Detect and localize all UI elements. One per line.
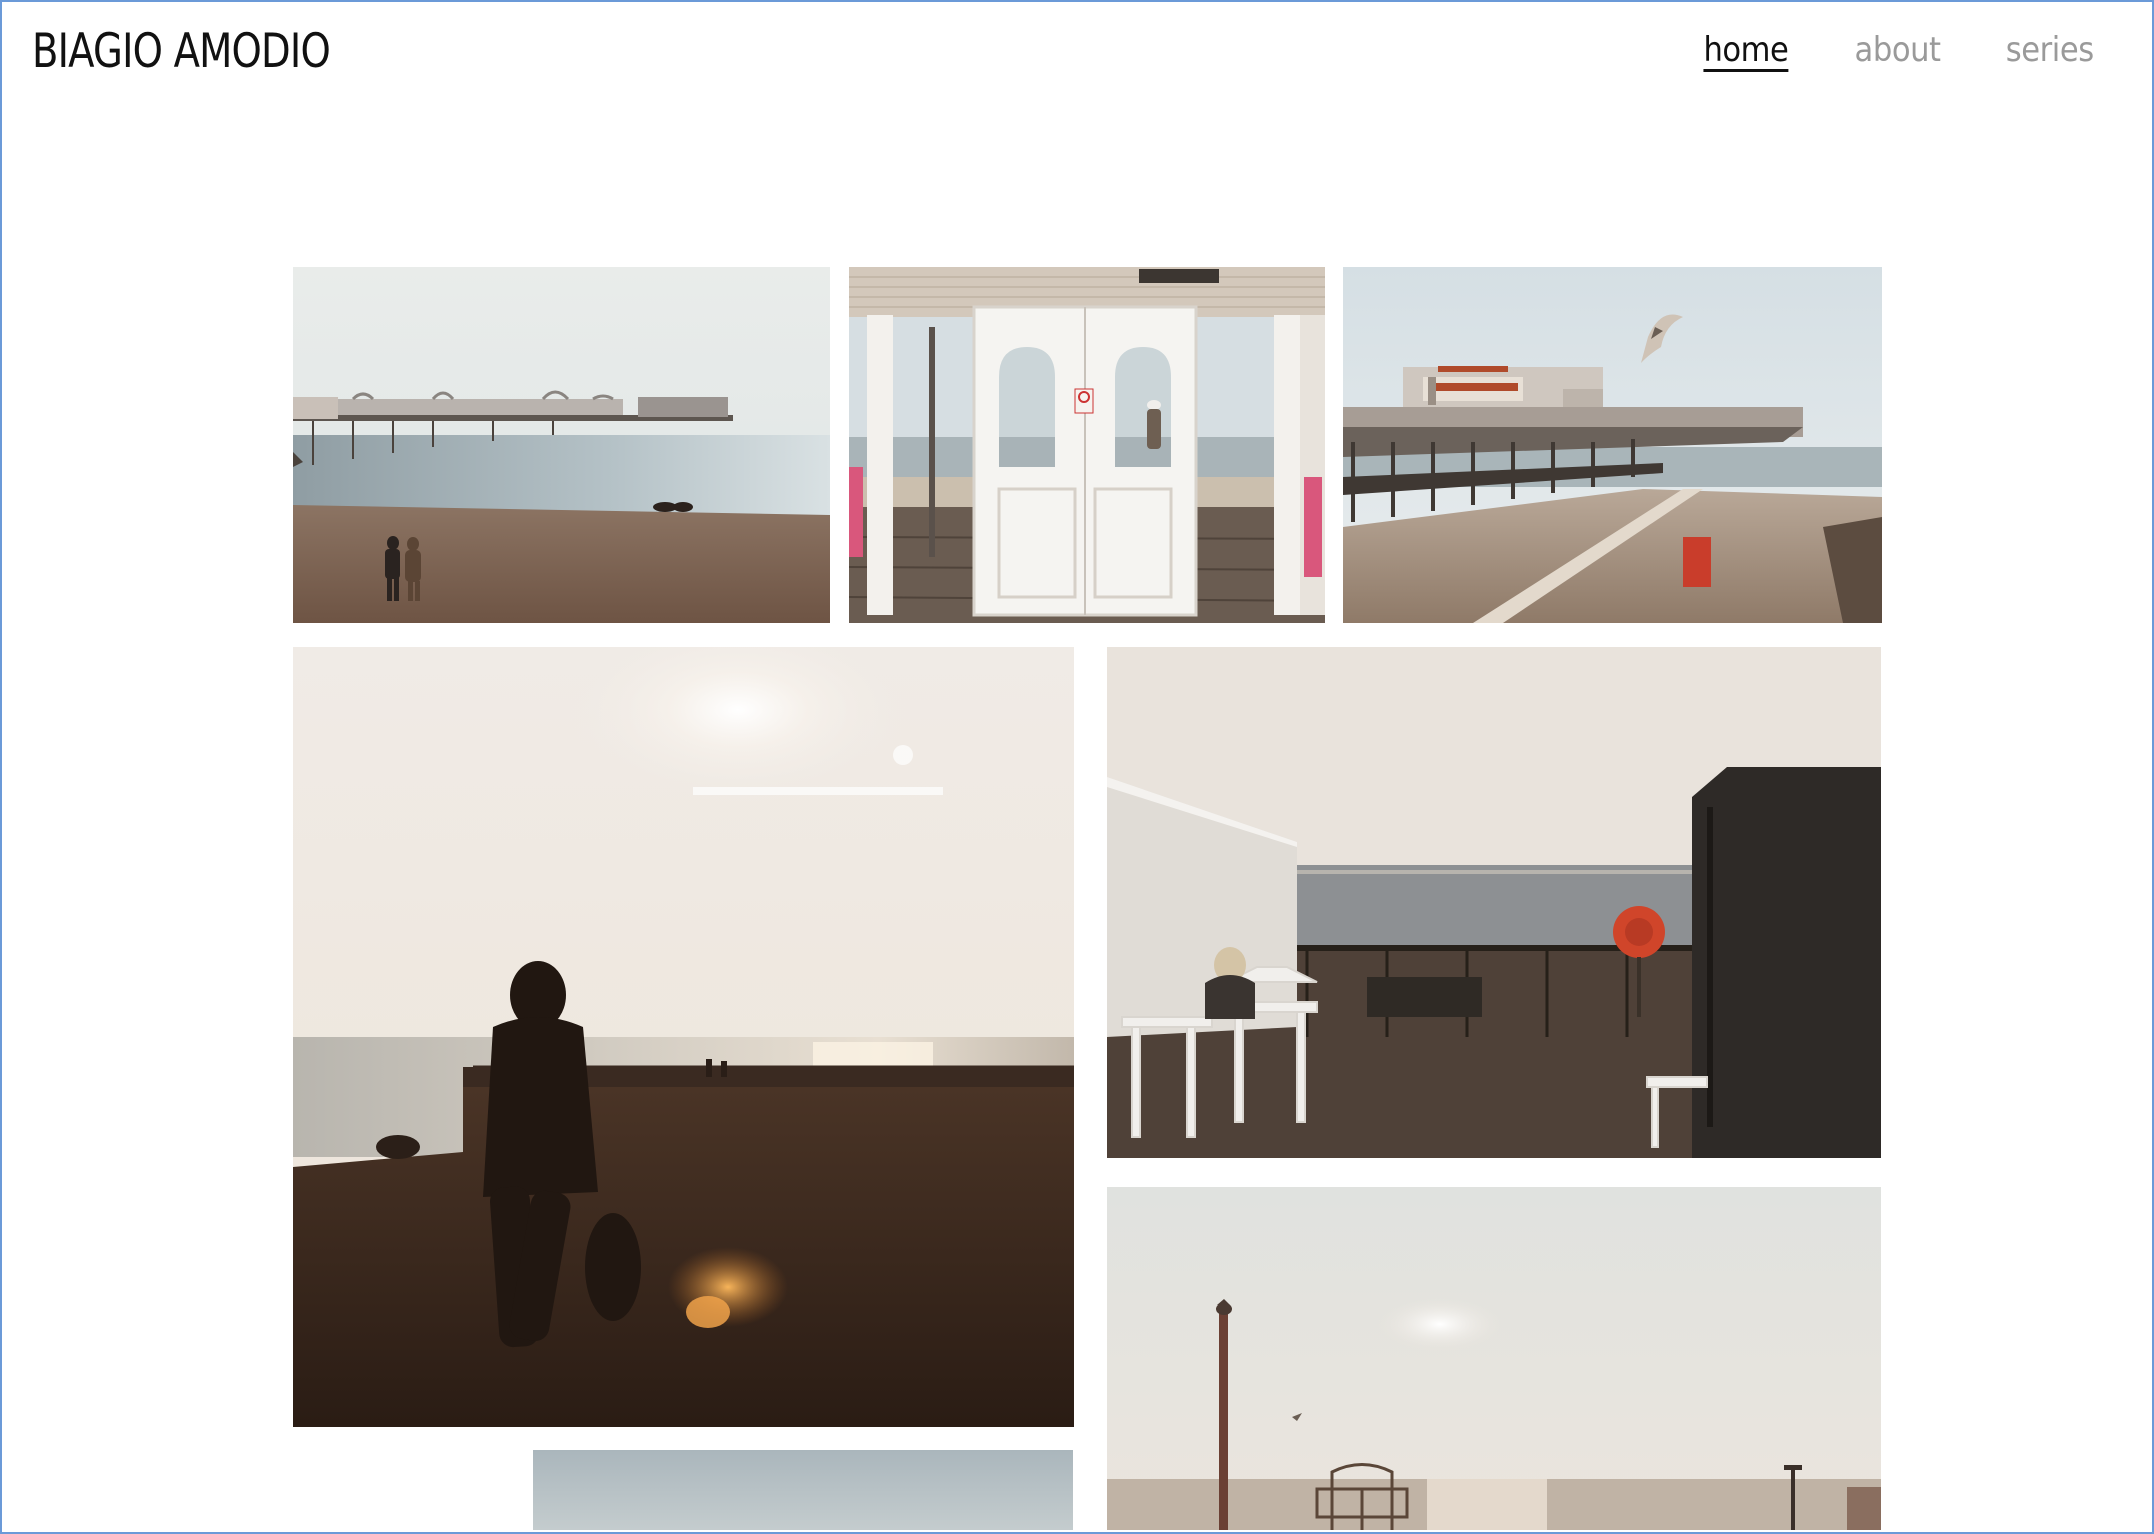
photo-palace-pier-beach[interactable] xyxy=(293,267,830,623)
photo-hooded-walker[interactable] xyxy=(293,647,1074,1427)
photo-bottom-partial[interactable] xyxy=(533,1450,1073,1530)
photo-palace-pier-seagull[interactable] xyxy=(1343,267,1882,623)
nav-about-link[interactable]: about xyxy=(1854,28,1940,72)
photo-west-pier[interactable] xyxy=(1107,1187,1881,1530)
photo-pier-doors[interactable] xyxy=(849,267,1325,623)
photo-seafront-cafe[interactable] xyxy=(1107,647,1881,1158)
site-title[interactable]: BIAGIO AMODIO xyxy=(32,24,331,79)
nav-series-link[interactable]: series xyxy=(2006,28,2094,72)
nav-home-link[interactable]: home xyxy=(1704,28,1789,72)
main-nav: home about series xyxy=(1694,28,2095,72)
